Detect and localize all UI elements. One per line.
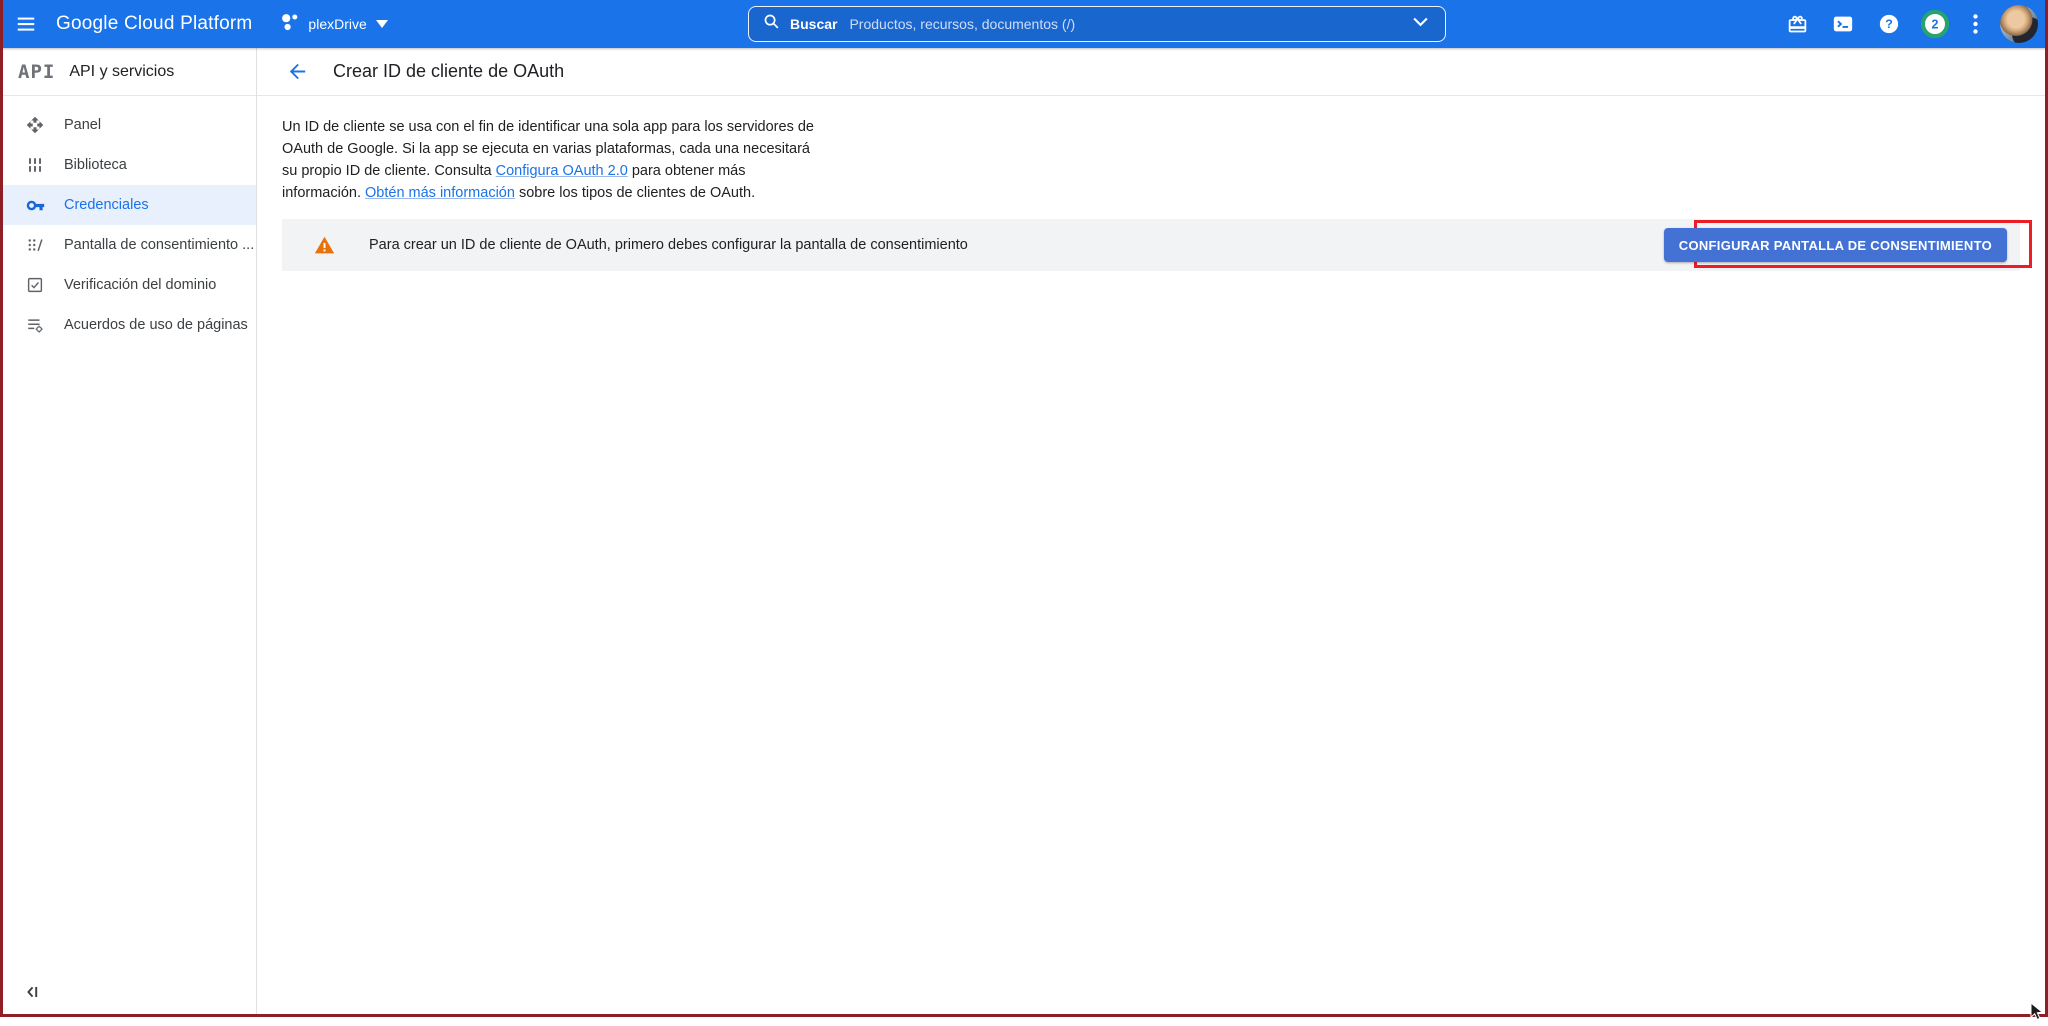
project-name: plexDrive [308,16,366,32]
cloud-shell-icon[interactable] [1826,7,1860,41]
learn-more-link[interactable]: Obtén más información [365,185,515,201]
consent-screen-icon [25,235,45,255]
project-selector[interactable]: plexDrive [280,12,387,37]
library-icon [25,155,45,175]
sidebar-nav: Panel Biblioteca Credenciales [0,96,256,345]
page-header: Crear ID de cliente de OAuth [257,48,2048,96]
configure-consent-screen-button[interactable]: CONFIGURAR PANTALLA DE CONSENTIMIENTO [1664,228,2007,262]
sidebar-item-label: Biblioteca [64,157,127,173]
search-placeholder: Productos, recursos, documentos (/) [849,16,1412,32]
key-icon [25,195,45,215]
domain-verification-icon [25,275,45,295]
warning-icon [314,235,335,256]
search-input[interactable]: Buscar Productos, recursos, documentos (… [748,6,1446,42]
sidebar-item-label: Credenciales [64,197,149,213]
sidebar-item-label: Verificación del dominio [64,277,216,293]
more-vertical-icon[interactable] [1964,7,1986,41]
notification-count: 2 [1932,18,1939,32]
topbar-actions: ? 2 [1780,0,2038,48]
search-caret-icon[interactable] [1412,15,1429,33]
help-icon[interactable]: ? [1872,7,1906,41]
api-logo: API [18,61,55,83]
main-content: Un ID de cliente se usa con el fin de id… [257,96,2048,271]
project-caret-icon [376,15,388,33]
gift-icon[interactable] [1780,7,1814,41]
sidebar-item-credenciales[interactable]: Credenciales [0,185,256,225]
sidebar-item-label: Pantalla de consentimiento ... [64,237,254,253]
back-arrow-icon[interactable] [284,59,310,85]
sidebar-header: API API y servicios [0,48,256,96]
sidebar-item-acuerdos[interactable]: Acuerdos de uso de páginas [0,305,256,345]
sidebar: API API y servicios Panel Biblioteca [0,48,257,1017]
project-icon [280,12,300,37]
search-label: Buscar [790,16,837,32]
intro-segment: sobre los tipos de clientes de OAuth. [515,185,755,201]
sidebar-item-label: Acuerdos de uso de páginas [64,317,248,333]
screen: Google Cloud Platform plexDrive Buscar P… [0,0,2048,1026]
sidebar-item-biblioteca[interactable]: Biblioteca [0,145,256,185]
page-usage-agreements-icon [25,315,45,335]
sidebar-item-label: Panel [64,117,101,133]
collapse-sidebar-icon[interactable] [22,981,48,1007]
main-panel: Crear ID de cliente de OAuth Un ID de cl… [257,48,2048,1017]
dashboard-icon [25,115,45,135]
search-icon [763,13,780,35]
hamburger-menu-icon[interactable] [0,0,52,48]
sidebar-item-pantalla-consentimiento[interactable]: Pantalla de consentimiento ... [0,225,256,265]
app-bar: Google Cloud Platform plexDrive Buscar P… [0,0,2048,48]
body: API API y servicios Panel Biblioteca [0,48,2048,1017]
warning-text: Para crear un ID de cliente de OAuth, pr… [369,237,968,253]
sidebar-title: API y servicios [69,63,174,81]
sidebar-item-panel[interactable]: Panel [0,105,256,145]
bottom-strip [0,1017,2048,1026]
warning-banner: Para crear un ID de cliente de OAuth, pr… [282,219,2020,271]
intro-text: Un ID de cliente se usa con el fin de id… [282,116,814,204]
user-avatar[interactable] [2000,5,2038,43]
help-glyph: ? [1885,17,1893,31]
page-title: Crear ID de cliente de OAuth [333,61,564,82]
sidebar-item-verificacion-dominio[interactable]: Verificación del dominio [0,265,256,305]
gcp-logo[interactable]: Google Cloud Platform [56,13,252,35]
notifications-badge[interactable]: 2 [1918,7,1952,41]
configure-oauth-link[interactable]: Configura OAuth 2.0 [496,163,628,179]
